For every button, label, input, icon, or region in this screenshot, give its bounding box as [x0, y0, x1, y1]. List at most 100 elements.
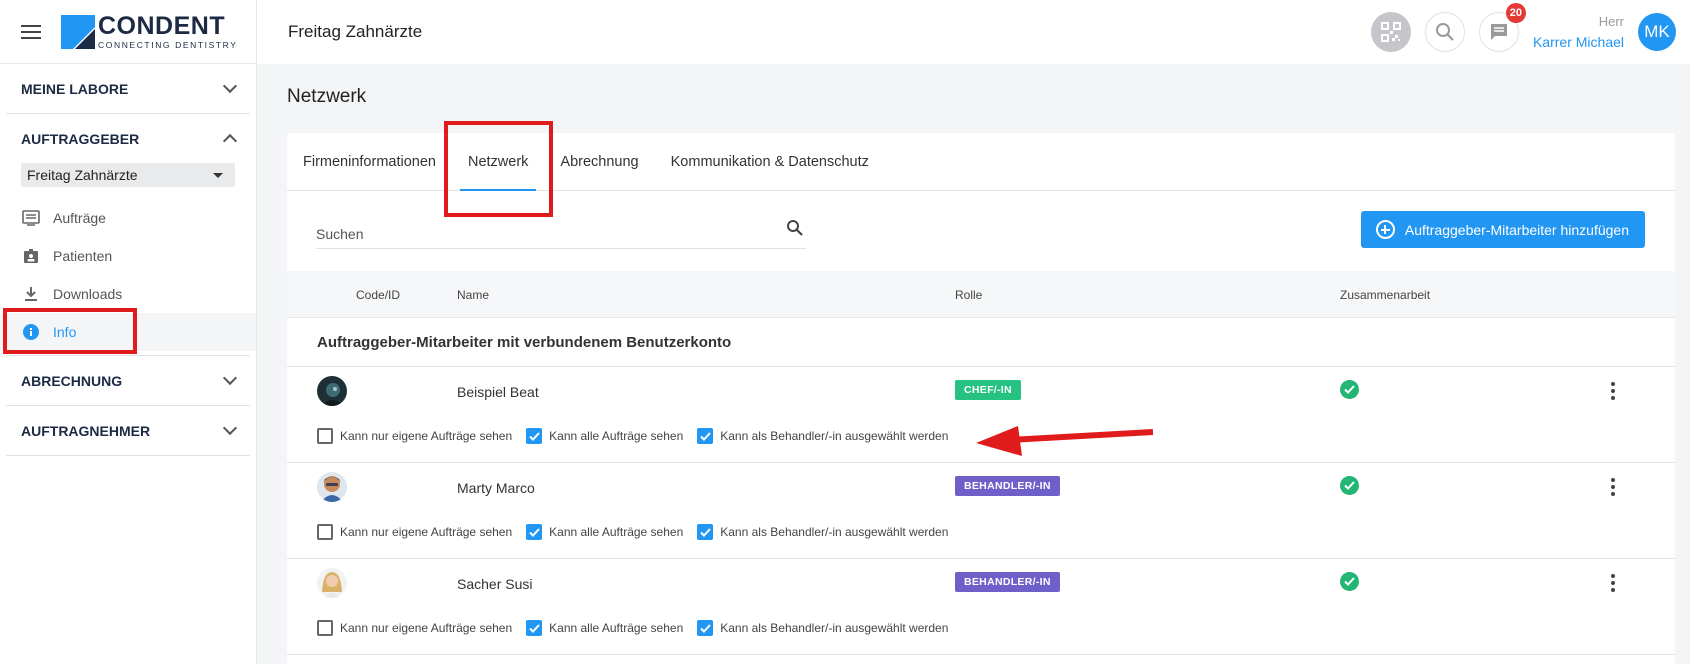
sidebar-section-label: MEINE LABORE	[21, 80, 129, 97]
check-circle-icon	[1340, 572, 1359, 591]
client-select-value: Freitag Zahnärzte	[27, 167, 138, 183]
row-name[interactable]: Marty Marco	[457, 480, 535, 496]
list-icon	[21, 208, 41, 228]
perm-label: Kann nur eigene Aufträge sehen	[340, 525, 513, 539]
perm-selectable-practitioner: Kann als Behandler/-in ausgewählt werden	[697, 620, 948, 636]
sidebar-top: CONDENT CONNECTING DENTISTRY	[0, 0, 256, 64]
column-header-collaboration[interactable]: Zusammenarbeit	[1340, 288, 1430, 302]
user-salutation: Herr	[1598, 14, 1624, 29]
sidebar-section-label: AUFTRAGGEBER	[21, 130, 140, 147]
perm-label: Kann alle Aufträge sehen	[549, 429, 684, 443]
sidebar-section-meine-labore: MEINE LABORE	[6, 64, 250, 114]
sidebar-section-header[interactable]: MEINE LABORE	[6, 64, 250, 113]
perm-label: Kann als Behandler/-in ausgewählt werden	[720, 621, 949, 635]
tab-abrechnung[interactable]: Abrechnung	[544, 133, 654, 191]
perm-selectable-practitioner: Kann als Behandler/-in ausgewählt werden	[697, 428, 948, 444]
tab-firmeninformationen[interactable]: Firmeninformationen	[303, 133, 452, 191]
perm-all-orders: Kann alle Aufträge sehen	[526, 428, 683, 444]
more-vert-icon[interactable]	[1603, 572, 1623, 594]
more-vert-icon[interactable]	[1603, 476, 1623, 498]
checkbox-unchecked[interactable]	[317, 524, 333, 540]
avatar	[317, 568, 347, 598]
checkbox-checked[interactable]	[526, 524, 543, 540]
tab-kommunikation-datenschutz[interactable]: Kommunikation & Datenschutz	[655, 133, 885, 191]
checkbox-checked[interactable]	[697, 524, 714, 540]
search-button[interactable]	[1424, 12, 1465, 52]
tab-netzwerk[interactable]: Netzwerk	[452, 133, 544, 191]
caret-down-icon	[213, 172, 223, 178]
qr-code-icon	[1380, 22, 1401, 42]
qr-code-button[interactable]	[1370, 12, 1411, 52]
permissions: Kann nur eigene Aufträge sehen Kann alle…	[317, 428, 962, 444]
column-header-name[interactable]: Name	[457, 288, 489, 302]
user-name: Karrer Michael	[1532, 34, 1624, 50]
menu-icon[interactable]	[21, 24, 41, 39]
more-vert-icon[interactable]	[1603, 380, 1623, 402]
perm-all-orders: Kann alle Aufträge sehen	[526, 620, 683, 636]
condent-logo-icon	[61, 14, 95, 49]
perm-label: Kann als Behandler/-in ausgewählt werden	[720, 429, 949, 443]
perm-label: Kann als Behandler/-in ausgewählt werden	[720, 525, 949, 539]
sidebar-section-header[interactable]: AUFTRAGGEBER	[6, 114, 250, 163]
permissions: Kann nur eigene Aufträge sehen Kann alle…	[317, 524, 962, 540]
sidebar-item-downloads[interactable]: Downloads	[6, 275, 250, 313]
permissions: Kann nur eigene Aufträge sehen Kann alle…	[317, 620, 962, 636]
client-select[interactable]: Freitag Zahnärzte	[21, 163, 235, 187]
topbar-actions: 20 Herr Karrer Michael MK	[1357, 0, 1676, 64]
toolbar: Auftraggeber-Mitarbeiter hinzufügen	[287, 191, 1675, 271]
perm-own-orders: Kann nur eigene Aufträge sehen	[317, 428, 512, 444]
checkbox-unchecked[interactable]	[317, 620, 333, 636]
sidebar-section-header[interactable]: ABRECHNUNG	[6, 356, 250, 405]
logo-tagline: CONNECTING DENTISTRY	[98, 39, 238, 50]
search-icon[interactable]	[786, 219, 804, 237]
checkbox-checked[interactable]	[526, 620, 543, 636]
column-header-role[interactable]: Rolle	[955, 288, 982, 302]
user-info[interactable]: Herr Karrer Michael	[1533, 14, 1624, 50]
check-circle-icon	[1340, 476, 1359, 495]
sidebar-section-label: AUFTRAGNEHMER	[21, 422, 151, 439]
checkbox-checked[interactable]	[697, 428, 714, 444]
chevron-down-icon	[222, 420, 238, 436]
perm-own-orders: Kann nur eigene Aufträge sehen	[317, 620, 512, 636]
row-name[interactable]: Beispiel Beat	[457, 384, 539, 400]
sidebar-item-label: Downloads	[53, 286, 123, 302]
sidebar-item-patienten[interactable]: Patienten	[6, 237, 250, 275]
add-button-label: Auftraggeber-Mitarbeiter hinzufügen	[1404, 221, 1629, 238]
perm-label: Kann alle Aufträge sehen	[549, 525, 684, 539]
sidebar-section-label: ABRECHNUNG	[21, 372, 123, 389]
sidebar-section-abrechnung: ABRECHNUNG	[6, 356, 250, 406]
page-title: Netzwerk	[287, 86, 367, 107]
perm-selectable-practitioner: Kann als Behandler/-in ausgewählt werden	[697, 524, 948, 540]
id-badge-icon	[21, 246, 41, 266]
checkbox-unchecked[interactable]	[317, 428, 333, 444]
avatar	[317, 376, 347, 406]
role-badge: BEHANDLER/-IN	[955, 572, 1060, 592]
sidebar-item-info[interactable]: Info	[0, 313, 256, 351]
sidebar-item-auftraege[interactable]: Aufträge	[6, 199, 250, 237]
add-circle-icon	[1375, 220, 1395, 239]
sidebar-item-label: Info	[53, 324, 77, 340]
client-title: Freitag Zahnärzte	[288, 22, 423, 41]
download-icon	[21, 284, 41, 304]
user-avatar[interactable]: MK	[1638, 13, 1676, 51]
row-name[interactable]: Sacher Susi	[457, 576, 532, 592]
sidebar-section-auftraggeber: AUFTRAGGEBER Freitag Zahnärzte Aufträge …	[0, 114, 256, 356]
perm-label: Kann nur eigene Aufträge sehen	[340, 621, 513, 635]
add-client-employee-button[interactable]: Auftraggeber-Mitarbeiter hinzufügen	[1360, 211, 1645, 248]
role-badge: CHEF/-IN	[955, 380, 1021, 400]
info-icon	[21, 322, 41, 342]
chat-icon	[1490, 24, 1507, 40]
checkbox-checked[interactable]	[697, 620, 714, 636]
avatar	[317, 472, 347, 502]
checkbox-checked[interactable]	[526, 428, 543, 444]
logo[interactable]: CONDENT CONNECTING DENTISTRY	[61, 13, 238, 50]
notification-badge: 20	[1505, 3, 1526, 23]
sidebar-section-header[interactable]: AUFTRAGNEHMER	[6, 406, 250, 455]
chevron-down-icon	[222, 78, 238, 94]
column-header-code[interactable]: Code/ID	[356, 288, 400, 302]
messages-button[interactable]: 20	[1478, 3, 1526, 52]
search-icon	[1435, 23, 1454, 41]
sidebar: CONDENT CONNECTING DENTISTRY MEINE LABOR…	[0, 0, 257, 664]
search-input[interactable]	[316, 219, 756, 242]
topbar: Freitag Zahnärzte 20 Herr Karrer Michael…	[257, 0, 1690, 64]
